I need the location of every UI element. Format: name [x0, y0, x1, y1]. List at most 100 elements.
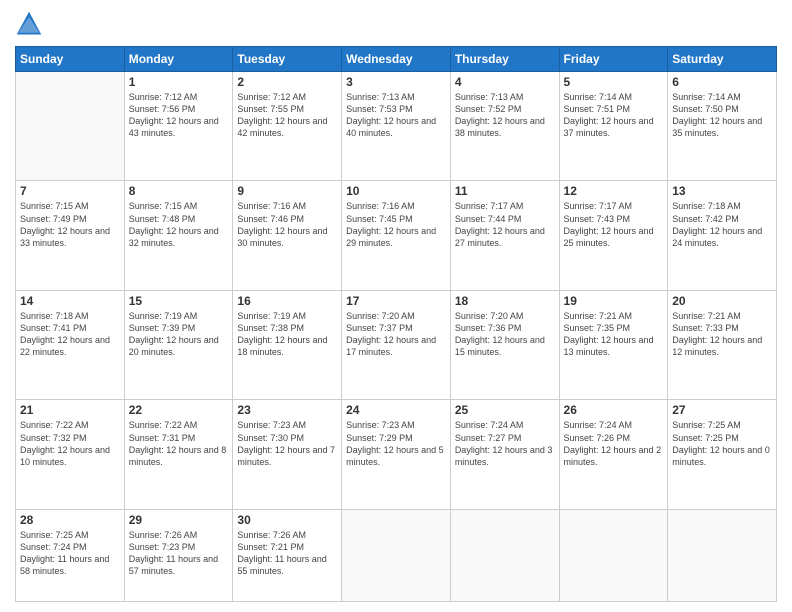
day-number: 8 — [129, 184, 229, 198]
day-info: Sunrise: 7:14 AMSunset: 7:50 PMDaylight:… — [672, 91, 772, 140]
logo — [15, 10, 47, 38]
day-number: 11 — [455, 184, 555, 198]
day-number: 6 — [672, 75, 772, 89]
calendar-cell: 7 Sunrise: 7:15 AMSunset: 7:49 PMDaylight… — [16, 181, 125, 290]
calendar-cell: 3 Sunrise: 7:13 AMSunset: 7:53 PMDaylight… — [342, 72, 451, 181]
day-of-week-header: Friday — [559, 47, 668, 72]
day-info: Sunrise: 7:24 AMSunset: 7:27 PMDaylight:… — [455, 419, 555, 468]
day-info: Sunrise: 7:23 AMSunset: 7:29 PMDaylight:… — [346, 419, 446, 468]
day-number: 28 — [20, 513, 120, 527]
day-info: Sunrise: 7:16 AMSunset: 7:45 PMDaylight:… — [346, 200, 446, 249]
calendar-cell: 20Sunrise: 7:21 AMSunset: 7:33 PMDayligh… — [668, 290, 777, 399]
day-info: Sunrise: 7:23 AMSunset: 7:30 PMDaylight:… — [237, 419, 337, 468]
calendar-cell: 30 Sunrise: 7:26 AMSunset: 7:21 PMDayligh… — [233, 509, 342, 601]
day-number: 4 — [455, 75, 555, 89]
day-number: 29 — [129, 513, 229, 527]
day-info: Sunrise: 7:22 AMSunset: 7:32 PMDaylight:… — [20, 419, 120, 468]
calendar-cell: 26 Sunrise: 7:24 AMSunset: 7:26 PMDayligh… — [559, 400, 668, 509]
day-info: Sunrise: 7:25 AMSunset: 7:24 PMDaylight:… — [20, 529, 120, 578]
calendar-cell: 23 Sunrise: 7:23 AMSunset: 7:30 PMDayligh… — [233, 400, 342, 509]
day-number: 16 — [237, 294, 337, 308]
day-info: Sunrise: 7:12 AMSunset: 7:55 PMDaylight:… — [237, 91, 337, 140]
day-info: Sunrise: 7:26 AMSunset: 7:21 PMDaylight:… — [237, 529, 337, 578]
page: SundayMondayTuesdayWednesdayThursdayFrid… — [0, 0, 792, 612]
calendar-header-row: SundayMondayTuesdayWednesdayThursdayFrid… — [16, 47, 777, 72]
calendar-cell — [559, 509, 668, 601]
calendar-cell: 28 Sunrise: 7:25 AMSunset: 7:24 PMDayligh… — [16, 509, 125, 601]
calendar-cell — [668, 509, 777, 601]
day-info: Sunrise: 7:14 AMSunset: 7:51 PMDaylight:… — [564, 91, 664, 140]
day-number: 19 — [564, 294, 664, 308]
day-number: 9 — [237, 184, 337, 198]
calendar-cell: 12Sunrise: 7:17 AMSunset: 7:43 PMDayligh… — [559, 181, 668, 290]
calendar-cell: 19 Sunrise: 7:21 AMSunset: 7:35 PMDayligh… — [559, 290, 668, 399]
day-info: Sunrise: 7:20 AMSunset: 7:37 PMDaylight:… — [346, 310, 446, 359]
calendar-cell: 14 Sunrise: 7:18 AMSunset: 7:41 PMDayligh… — [16, 290, 125, 399]
calendar-cell — [450, 509, 559, 601]
calendar-cell: 15 Sunrise: 7:19 AMSunset: 7:39 PMDayligh… — [124, 290, 233, 399]
day-info: Sunrise: 7:17 AMSunset: 7:44 PMDaylight:… — [455, 200, 555, 249]
day-number: 24 — [346, 403, 446, 417]
day-of-week-header: Saturday — [668, 47, 777, 72]
day-number: 22 — [129, 403, 229, 417]
day-info: Sunrise: 7:15 AMSunset: 7:49 PMDaylight:… — [20, 200, 120, 249]
day-number: 10 — [346, 184, 446, 198]
calendar-cell: 4 Sunrise: 7:13 AMSunset: 7:52 PMDaylight… — [450, 72, 559, 181]
calendar-cell: 2 Sunrise: 7:12 AMSunset: 7:55 PMDaylight… — [233, 72, 342, 181]
day-of-week-header: Thursday — [450, 47, 559, 72]
day-info: Sunrise: 7:15 AMSunset: 7:48 PMDaylight:… — [129, 200, 229, 249]
day-info: Sunrise: 7:13 AMSunset: 7:53 PMDaylight:… — [346, 91, 446, 140]
day-info: Sunrise: 7:22 AMSunset: 7:31 PMDaylight:… — [129, 419, 229, 468]
day-info: Sunrise: 7:12 AMSunset: 7:56 PMDaylight:… — [129, 91, 229, 140]
day-number: 14 — [20, 294, 120, 308]
day-info: Sunrise: 7:19 AMSunset: 7:39 PMDaylight:… — [129, 310, 229, 359]
calendar-week-row: 21Sunrise: 7:22 AMSunset: 7:32 PMDayligh… — [16, 400, 777, 509]
calendar-cell: 18 Sunrise: 7:20 AMSunset: 7:36 PMDayligh… — [450, 290, 559, 399]
calendar-cell: 27 Sunrise: 7:25 AMSunset: 7:25 PMDayligh… — [668, 400, 777, 509]
calendar-cell: 29 Sunrise: 7:26 AMSunset: 7:23 PMDayligh… — [124, 509, 233, 601]
calendar-cell: 24 Sunrise: 7:23 AMSunset: 7:29 PMDayligh… — [342, 400, 451, 509]
logo-icon — [15, 10, 43, 38]
day-number: 3 — [346, 75, 446, 89]
day-number: 18 — [455, 294, 555, 308]
calendar-cell: 10 Sunrise: 7:16 AMSunset: 7:45 PMDayligh… — [342, 181, 451, 290]
calendar-week-row: 1 Sunrise: 7:12 AMSunset: 7:56 PMDaylight… — [16, 72, 777, 181]
day-info: Sunrise: 7:19 AMSunset: 7:38 PMDaylight:… — [237, 310, 337, 359]
day-info: Sunrise: 7:20 AMSunset: 7:36 PMDaylight:… — [455, 310, 555, 359]
day-number: 13 — [672, 184, 772, 198]
day-of-week-header: Monday — [124, 47, 233, 72]
day-number: 23 — [237, 403, 337, 417]
day-info: Sunrise: 7:26 AMSunset: 7:23 PMDaylight:… — [129, 529, 229, 578]
day-number: 26 — [564, 403, 664, 417]
calendar-week-row: 14 Sunrise: 7:18 AMSunset: 7:41 PMDayligh… — [16, 290, 777, 399]
calendar-cell: 17 Sunrise: 7:20 AMSunset: 7:37 PMDayligh… — [342, 290, 451, 399]
day-number: 30 — [237, 513, 337, 527]
day-number: 17 — [346, 294, 446, 308]
calendar-cell: 13Sunrise: 7:18 AMSunset: 7:42 PMDayligh… — [668, 181, 777, 290]
day-info: Sunrise: 7:17 AMSunset: 7:43 PMDaylight:… — [564, 200, 664, 249]
day-info: Sunrise: 7:13 AMSunset: 7:52 PMDaylight:… — [455, 91, 555, 140]
day-info: Sunrise: 7:24 AMSunset: 7:26 PMDaylight:… — [564, 419, 664, 468]
day-number: 27 — [672, 403, 772, 417]
calendar-cell: 9Sunrise: 7:16 AMSunset: 7:46 PMDaylight… — [233, 181, 342, 290]
day-number: 1 — [129, 75, 229, 89]
day-of-week-header: Sunday — [16, 47, 125, 72]
day-number: 7 — [20, 184, 120, 198]
calendar-cell: 1 Sunrise: 7:12 AMSunset: 7:56 PMDaylight… — [124, 72, 233, 181]
calendar-cell: 22 Sunrise: 7:22 AMSunset: 7:31 PMDayligh… — [124, 400, 233, 509]
day-number: 20 — [672, 294, 772, 308]
calendar-cell: 6 Sunrise: 7:14 AMSunset: 7:50 PMDaylight… — [668, 72, 777, 181]
day-info: Sunrise: 7:18 AMSunset: 7:41 PMDaylight:… — [20, 310, 120, 359]
calendar-week-row: 28 Sunrise: 7:25 AMSunset: 7:24 PMDayligh… — [16, 509, 777, 601]
calendar-cell: 25 Sunrise: 7:24 AMSunset: 7:27 PMDayligh… — [450, 400, 559, 509]
day-info: Sunrise: 7:25 AMSunset: 7:25 PMDaylight:… — [672, 419, 772, 468]
day-of-week-header: Tuesday — [233, 47, 342, 72]
day-info: Sunrise: 7:21 AMSunset: 7:35 PMDaylight:… — [564, 310, 664, 359]
day-number: 25 — [455, 403, 555, 417]
day-number: 15 — [129, 294, 229, 308]
calendar-cell: 21Sunrise: 7:22 AMSunset: 7:32 PMDayligh… — [16, 400, 125, 509]
calendar-cell: 16 Sunrise: 7:19 AMSunset: 7:38 PMDayligh… — [233, 290, 342, 399]
day-number: 2 — [237, 75, 337, 89]
calendar-cell: 11 Sunrise: 7:17 AMSunset: 7:44 PMDayligh… — [450, 181, 559, 290]
header — [15, 10, 777, 38]
